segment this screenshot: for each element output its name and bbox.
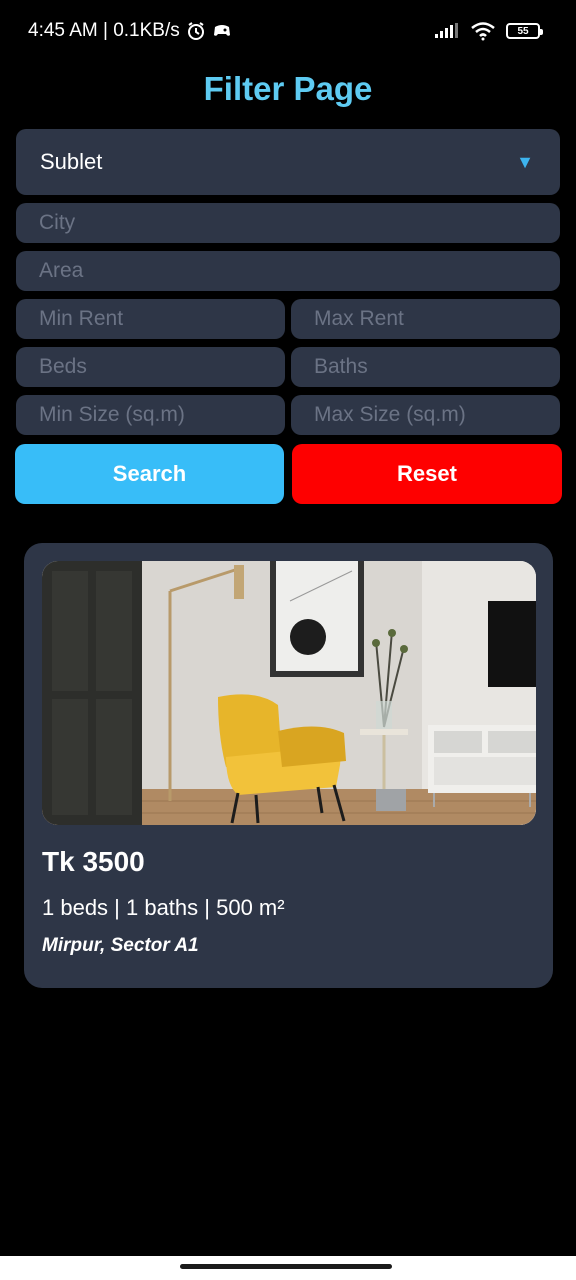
signal-icon	[434, 23, 460, 39]
max-rent-input[interactable]: Max Rent	[291, 299, 560, 339]
listing-price: Tk 3500	[42, 846, 145, 877]
min-size-placeholder: Min Size (sq.m)	[39, 403, 185, 426]
min-size-input[interactable]: Min Size (sq.m)	[16, 395, 285, 435]
city-input[interactable]: City	[16, 203, 560, 243]
navigation-bar	[0, 1256, 576, 1280]
beds-input[interactable]: Beds	[16, 347, 285, 387]
area-input[interactable]: Area	[16, 251, 560, 291]
area-placeholder: Area	[39, 259, 84, 282]
game-controller-icon	[212, 22, 232, 40]
page-title: Filter Page	[203, 70, 373, 107]
city-placeholder: City	[39, 211, 76, 234]
beds-placeholder: Beds	[39, 355, 87, 378]
listing-card[interactable]: Tk 3500 1 beds | 1 baths | 500 m² Mirpur…	[24, 543, 553, 988]
property-type-dropdown[interactable]: Sublet ▼	[16, 129, 560, 195]
property-type-value: Sublet	[40, 149, 103, 174]
reset-button[interactable]: Reset	[292, 444, 562, 504]
max-size-placeholder: Max Size (sq.m)	[314, 403, 466, 426]
baths-input[interactable]: Baths	[291, 347, 560, 387]
listing-photo	[42, 561, 536, 825]
min-rent-input[interactable]: Min Rent	[16, 299, 285, 339]
status-right: 55	[434, 21, 543, 41]
search-button[interactable]: Search	[15, 444, 284, 504]
dropdown-arrow-icon: ▼	[516, 151, 534, 172]
battery-icon: 55	[506, 23, 543, 39]
alarm-icon	[186, 21, 206, 41]
home-indicator[interactable]	[180, 1264, 392, 1269]
battery-level: 55	[517, 25, 529, 37]
status-time: 4:45 AM | 0.1KB/s	[28, 20, 180, 41]
filter-page: 4:45 AM | 0.1KB/s 55 Filter Page Sublet …	[0, 0, 576, 1280]
listing-location: Mirpur, Sector A1	[42, 935, 199, 956]
baths-placeholder: Baths	[314, 355, 368, 378]
wifi-icon	[470, 21, 496, 41]
max-rent-placeholder: Max Rent	[314, 307, 404, 330]
listing-details: 1 beds | 1 baths | 500 m²	[42, 895, 285, 920]
status-left: 4:45 AM | 0.1KB/s	[28, 20, 232, 42]
max-size-input[interactable]: Max Size (sq.m)	[291, 395, 560, 435]
min-rent-placeholder: Min Rent	[39, 307, 124, 330]
status-bar: 4:45 AM | 0.1KB/s 55	[0, 0, 576, 62]
